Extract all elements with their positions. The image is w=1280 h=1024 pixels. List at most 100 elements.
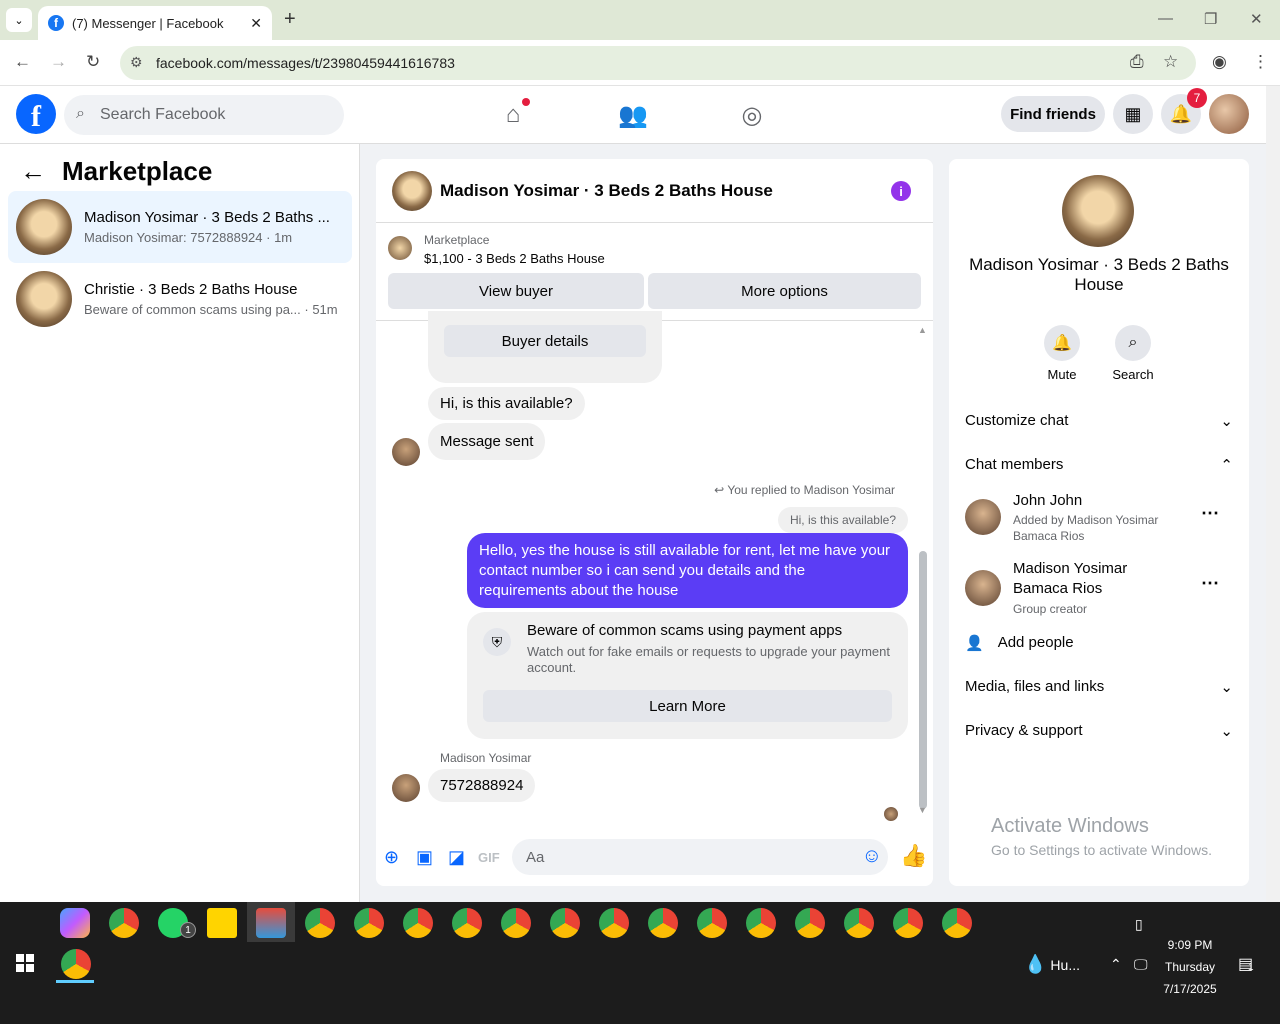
notifications-bell-icon[interactable]: 🔔 7 [1161, 88, 1207, 134]
reload-icon[interactable]: ↻ [86, 52, 100, 72]
chrome-profile-icon[interactable] [550, 908, 580, 938]
chrome-profile-icon[interactable] [452, 908, 482, 938]
plus-circle-icon[interactable]: ⊕ [384, 847, 399, 868]
chrome-profile-icon[interactable] [403, 908, 433, 938]
new-tab-button[interactable]: + [284, 8, 296, 31]
chrome-profile-icon[interactable] [746, 908, 776, 938]
chrome-profile-icon[interactable] [795, 908, 825, 938]
sticky-notes-icon[interactable] [207, 908, 237, 938]
chat-scrollbar[interactable]: ▲ ▼ [918, 325, 928, 815]
account-avatar[interactable] [1209, 94, 1249, 134]
search-conversation-button[interactable]: ⌕ Search [1103, 325, 1163, 382]
browser-tab[interactable]: f (7) Messenger | Facebook ✕ [38, 6, 272, 40]
minimize-icon[interactable]: — [1158, 10, 1173, 27]
customize-chat-section[interactable]: Customize chat ⌄ [965, 412, 1233, 430]
chrome-profile-icon[interactable] [648, 908, 678, 938]
notification-center-icon[interactable]: ▤ 1 [1238, 954, 1254, 974]
chevron-up-icon[interactable]: ⌃ [1110, 956, 1122, 973]
info-icon[interactable]: i [891, 181, 911, 201]
whatsapp-icon[interactable]: 1 [158, 908, 196, 938]
scrollbar-thumb[interactable] [919, 551, 927, 809]
chrome-profile-icon[interactable] [697, 908, 727, 938]
chrome-profile-icon[interactable] [844, 908, 874, 938]
snipping-tool-icon[interactable] [256, 908, 286, 938]
sticker-icon[interactable]: ◪ [448, 847, 465, 868]
chrome-profile-icon[interactable] [61, 949, 91, 979]
message-input[interactable]: Aa ☺ [512, 839, 888, 875]
chrome-profile-icon[interactable] [501, 908, 531, 938]
conversation-item[interactable]: Madison Yosimar · 3 Beds 2 Baths ... Mad… [8, 191, 352, 263]
quoted-message[interactable]: Hi, is this available? [777, 507, 908, 533]
page-title: ← Marketplace [20, 156, 212, 187]
incoming-message[interactable]: Hi, is this available? [428, 387, 585, 420]
facebook-search-input[interactable]: ⌕ Search Facebook [64, 95, 344, 135]
groups-icon[interactable]: ◎ [735, 98, 769, 132]
chat-title[interactable]: Madison Yosimar · 3 Beds 2 Baths House [440, 181, 773, 201]
incoming-message[interactable]: Message sent [428, 423, 546, 460]
outgoing-message[interactable]: Hello, yes the house is still available … [467, 533, 908, 608]
install-app-icon[interactable]: ⎙ [1130, 52, 1144, 72]
site-info-icon[interactable]: ⚙ [130, 54, 143, 71]
chrome-profile-icon[interactable] [599, 908, 629, 938]
menu-grid-icon[interactable]: ▦ [1113, 94, 1153, 134]
chat-members-section[interactable]: Chat members ⌃ [965, 456, 1233, 474]
like-thumb-icon[interactable]: 👍 [900, 843, 927, 869]
weather-widget[interactable]: 💧 Hu... [1024, 954, 1080, 975]
close-window-icon[interactable]: ✕ [1250, 10, 1263, 28]
scroll-up-icon[interactable]: ▲ [918, 325, 927, 335]
back-arrow-icon[interactable]: ← [20, 156, 46, 187]
tab-search-button[interactable]: ⌄ [6, 8, 32, 32]
member-avatar [965, 499, 1001, 535]
more-options-button[interactable]: More options [648, 273, 921, 309]
more-icon[interactable]: ⋯ [1201, 573, 1219, 594]
view-buyer-button[interactable]: View buyer [388, 273, 644, 309]
member-item[interactable]: Madison Yosimar Bamaca Rios Group creato… [965, 559, 1235, 619]
home-icon[interactable]: ⌂ [496, 98, 530, 132]
buyer-details-button[interactable]: Buyer details [444, 325, 646, 357]
url-field[interactable]: ⚙ facebook.com/messages/t/23980459441616… [120, 46, 1196, 80]
browser-menu-icon[interactable]: ⋮ [1252, 52, 1269, 72]
chevron-up-icon: ⌃ [1220, 457, 1233, 474]
chat-avatar[interactable] [392, 170, 432, 211]
search-label: Search [1112, 367, 1154, 382]
profile-icon[interactable]: ◉ [1212, 52, 1227, 72]
bookmark-star-icon[interactable]: ☆ [1163, 52, 1178, 72]
copilot-icon[interactable] [60, 908, 90, 938]
network-icon[interactable]: 🖵 [1134, 956, 1148, 973]
back-icon[interactable]: ← [14, 52, 31, 72]
conversation-item[interactable]: Christie · 3 Beds 2 Baths House Beware o… [8, 263, 352, 335]
photo-icon[interactable]: ▣ [416, 847, 433, 868]
bell-icon: 🔔 [1044, 325, 1080, 361]
sender-avatar[interactable] [392, 774, 420, 802]
chrome-profile-icon[interactable] [305, 908, 335, 938]
incoming-message[interactable]: 7572888924 [428, 769, 536, 802]
chrome-profile-icon[interactable] [354, 908, 384, 938]
facebook-logo-icon[interactable]: f [16, 94, 56, 134]
friends-icon[interactable]: 👥 [616, 98, 650, 132]
privacy-support-section[interactable]: Privacy & support ⌄ [965, 722, 1233, 740]
mute-button[interactable]: 🔔 Mute [1032, 325, 1092, 382]
forward-icon[interactable]: → [50, 52, 67, 72]
gif-icon[interactable]: GIF [478, 850, 500, 865]
learn-more-button[interactable]: Learn More [483, 690, 892, 722]
device-icon[interactable]: ▯ [1135, 916, 1143, 933]
shield-icon: ⛨ [483, 628, 511, 656]
more-icon[interactable]: ⋯ [1201, 503, 1219, 524]
find-friends-button[interactable]: Find friends [1001, 96, 1105, 132]
close-tab-icon[interactable]: ✕ [250, 15, 262, 32]
chrome-profile-icon[interactable] [942, 908, 972, 938]
media-files-section[interactable]: Media, files and links ⌄ [965, 678, 1233, 696]
page-scrollbar[interactable] [1266, 86, 1280, 902]
chrome-profile-icon[interactable] [893, 908, 923, 938]
add-people-button[interactable]: 👤 Add people [965, 634, 1233, 652]
clock[interactable]: 9:09 PM Thursday 7/17/2025 [1160, 934, 1220, 1000]
sender-avatar[interactable] [392, 438, 420, 466]
member-subtitle: Group creator [1013, 602, 1088, 616]
member-item[interactable]: John John Added by Madison Yosimar Bamac… [965, 491, 1235, 551]
emoji-icon[interactable]: ☺ [862, 845, 882, 868]
restore-icon[interactable]: ❐ [1204, 10, 1217, 28]
chrome-icon[interactable] [109, 908, 139, 938]
windows-start-icon[interactable] [16, 954, 34, 972]
scroll-down-icon[interactable]: ▼ [918, 805, 927, 815]
listing-price[interactable]: $1,100 - 3 Beds 2 Baths House [424, 251, 605, 266]
